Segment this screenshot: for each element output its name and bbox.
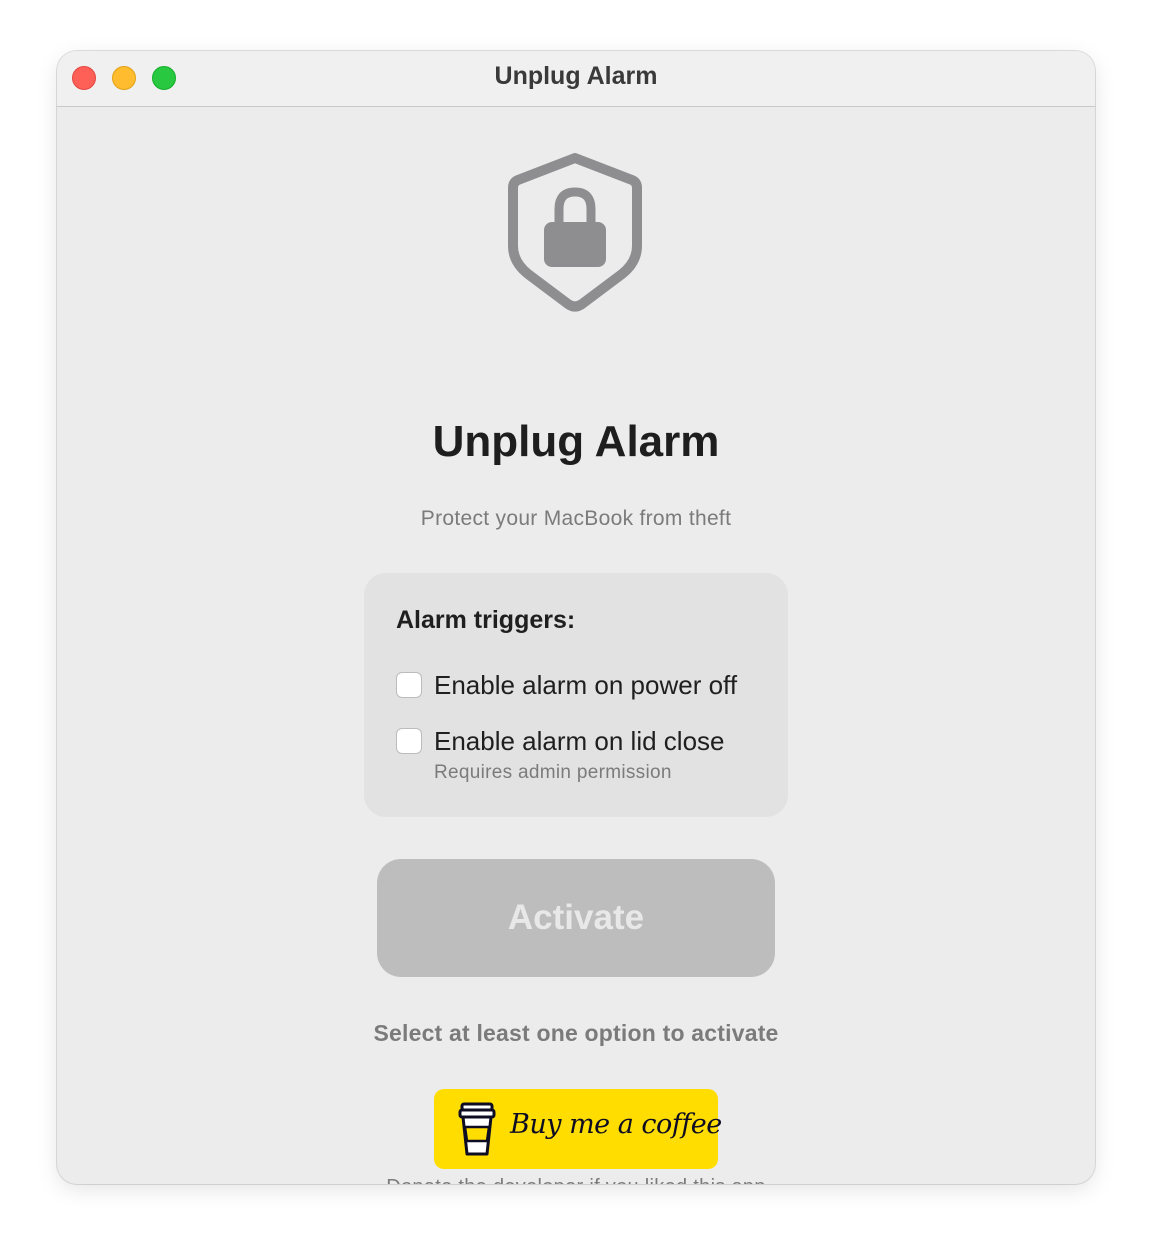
lid-close-option[interactable]: Enable alarm on lid close [396, 726, 725, 756]
power-off-option[interactable]: Enable alarm on power off [396, 670, 737, 700]
activate-button[interactable]: Activate [377, 859, 775, 977]
main-content: Unplug Alarm Protect your MacBook from t… [57, 107, 1095, 1184]
activation-hint: Select at least one option to activate [373, 1020, 779, 1046]
lid-close-checkbox[interactable] [396, 728, 422, 754]
donate-note: Donate the developer if you liked this a… [57, 1176, 1095, 1184]
admin-permission-note: Requires admin permission [434, 762, 672, 783]
power-off-checkbox[interactable] [396, 672, 422, 698]
title-bar[interactable]: Unplug Alarm [57, 51, 1095, 107]
app-window: Unplug Alarm Unplug Alarm Protect your M… [57, 51, 1095, 1184]
app-title: Unplug Alarm [432, 417, 720, 466]
lid-close-label[interactable]: Enable alarm on lid close [434, 726, 725, 757]
buy-me-a-coffee-label: Buy me a coffee [510, 1109, 722, 1140]
window-title: Unplug Alarm [494, 62, 658, 90]
coffee-cup-icon [458, 1102, 496, 1156]
alarm-triggers-heading: Alarm triggers: [396, 606, 576, 634]
shield-lock-icon [508, 153, 642, 312]
buy-me-a-coffee-button[interactable]: Buy me a coffee [434, 1089, 722, 1169]
alarm-triggers-panel: Alarm triggers: Enable alarm on power of… [364, 573, 788, 817]
power-off-label[interactable]: Enable alarm on power off [434, 670, 737, 701]
app-subtitle: Protect your MacBook from theft [420, 507, 732, 530]
